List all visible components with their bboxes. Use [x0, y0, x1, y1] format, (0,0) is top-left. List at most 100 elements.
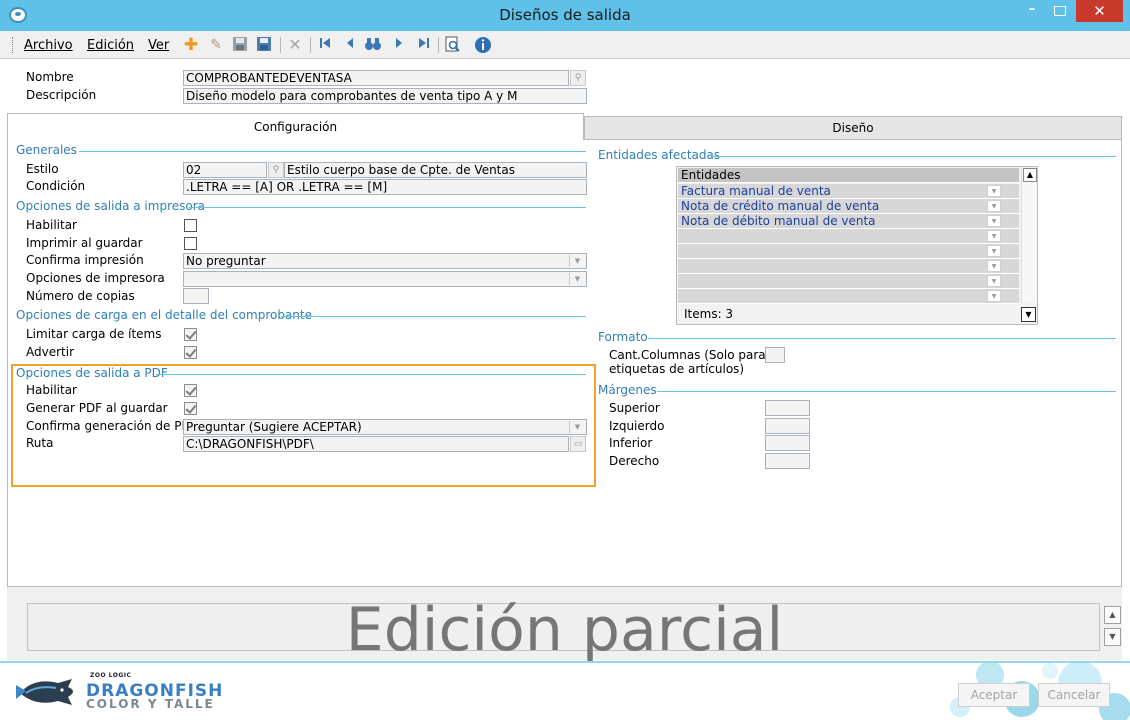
status-scrollbar[interactable]: ▲ ▼: [1104, 606, 1121, 648]
first-record-icon[interactable]: [316, 36, 334, 54]
next-record-icon[interactable]: [390, 36, 408, 54]
next-record-icon-graphic: [396, 38, 402, 48]
estilo-search-button[interactable]: ⚲: [268, 162, 284, 178]
confirma-pdf-label: Confirma generación de PDF: [26, 419, 198, 433]
add-icon[interactable]: ✚: [182, 36, 200, 54]
menu-ver-label: Ver: [148, 38, 170, 53]
minimize-button[interactable]: –: [1018, 0, 1046, 22]
grid-scrollbar[interactable]: ▲: [1021, 168, 1037, 303]
grid-cell: Nota de crédito manual de venta: [681, 199, 880, 213]
nombre-search-button[interactable]: ⚲: [570, 70, 586, 86]
impresora-habilitar-checkbox[interactable]: [184, 219, 197, 232]
section-line: [189, 207, 586, 208]
chevron-down-icon[interactable]: ▼: [987, 200, 1001, 212]
scroll-up-icon[interactable]: ▲: [1104, 606, 1121, 624]
limitar-carga-label: Limitar carga de ítems: [26, 327, 162, 341]
imprimir-al-guardar-checkbox[interactable]: [184, 237, 197, 250]
margen-superior-input[interactable]: [765, 400, 810, 416]
aceptar-button[interactable]: Aceptar: [958, 683, 1030, 707]
margen-izquierdo-input[interactable]: [765, 418, 810, 434]
confirma-pdf-select[interactable]: Preguntar (Sugiere ACEPTAR) ▼: [183, 419, 587, 435]
table-row[interactable]: ▼: [678, 244, 1019, 259]
section-line: [156, 374, 586, 375]
save-icon[interactable]: [231, 36, 249, 54]
chevron-down-icon[interactable]: ▼: [987, 245, 1001, 257]
scroll-down-icon[interactable]: ▼: [1104, 628, 1121, 646]
scroll-up-icon[interactable]: ▲: [1023, 168, 1037, 182]
toolbar-grip: [12, 37, 14, 53]
table-row[interactable]: Nota de crédito manual de venta ▼: [678, 199, 1019, 214]
section-line: [648, 338, 1116, 339]
margen-derecho-input[interactable]: [765, 453, 810, 469]
chevron-down-icon[interactable]: ▼: [987, 275, 1001, 287]
grid-header-label: Entidades: [681, 168, 741, 182]
opciones-impresora-select[interactable]: ▼: [183, 271, 587, 287]
opciones-impresora-label: Opciones de impresora: [26, 271, 165, 285]
table-row[interactable]: Nota de débito manual de venta ▼: [678, 214, 1019, 229]
menu-ver[interactable]: Ver: [148, 38, 169, 53]
section-carga: Opciones de carga en el detalle del comp…: [16, 308, 312, 322]
estilo-label: Estilo: [26, 162, 59, 176]
estilo-code-input[interactable]: 02: [183, 162, 267, 178]
pdf-habilitar-checkbox[interactable]: [184, 384, 197, 397]
edit-icon[interactable]: ✎: [207, 36, 225, 54]
grid-footer: Items: 3 ▼: [678, 306, 1036, 323]
info-icon-graphic: [475, 37, 491, 53]
tab-diseno[interactable]: Diseño: [584, 116, 1122, 140]
edit-mode-text: Edición parcial: [345, 595, 784, 665]
table-row[interactable]: ▼: [678, 274, 1019, 289]
chevron-down-icon[interactable]: ▼: [569, 273, 585, 285]
condicion-input[interactable]: .LETRA == [A] OR .LETRA == [M]: [183, 179, 587, 195]
chevron-down-icon[interactable]: ▼: [987, 230, 1001, 242]
descripcion-input[interactable]: Diseño modelo para comprobantes de venta…: [183, 88, 587, 104]
confirma-pdf-value: Preguntar (Sugiere ACEPTAR): [186, 420, 362, 434]
limitar-carga-checkbox[interactable]: [184, 328, 197, 341]
advertir-checkbox[interactable]: [184, 346, 197, 359]
chevron-down-icon[interactable]: ▼: [987, 185, 1001, 197]
chevron-down-icon[interactable]: ▼: [987, 215, 1001, 227]
maximize-button[interactable]: [1046, 0, 1072, 22]
search-binoculars-icon[interactable]: [364, 36, 382, 54]
previous-record-icon[interactable]: [341, 36, 359, 54]
table-row[interactable]: ▼: [678, 229, 1019, 244]
nombre-input[interactable]: COMPROBANTEDEVENTASA: [183, 70, 569, 86]
tab-configuracion[interactable]: Configuración: [7, 113, 584, 140]
section-line: [281, 316, 586, 317]
chevron-down-icon[interactable]: ▼: [1021, 307, 1036, 322]
delete-icon[interactable]: ✕: [286, 36, 304, 54]
chevron-down-icon[interactable]: ▼: [569, 421, 585, 433]
save-as-icon[interactable]: [255, 36, 273, 54]
table-row[interactable]: ▼: [678, 289, 1019, 304]
dragonfish-logo-icon: [16, 679, 73, 705]
grid-header: Entidades: [678, 168, 1019, 183]
menu-edicion[interactable]: Edición: [87, 38, 134, 53]
menu-archivo[interactable]: Archivo: [24, 38, 73, 53]
margen-inferior-input[interactable]: [765, 435, 810, 451]
binoculars-icon-graphic: [365, 38, 381, 50]
impresora-habilitar-label: Habilitar: [26, 218, 77, 232]
chevron-down-icon[interactable]: ▼: [987, 290, 1001, 302]
columnas-label-continued: etiquetas de artículos): [609, 362, 745, 376]
section-pdf: Opciones de salida a PDF: [16, 366, 168, 380]
confirma-impresion-label: Confirma impresión: [26, 253, 144, 267]
close-button[interactable]: ✕: [1076, 0, 1123, 22]
numero-copias-input[interactable]: [183, 288, 209, 304]
section-impresora: Opciones de salida a impresora: [16, 199, 206, 213]
section-entidades: Entidades afectadas: [598, 148, 721, 162]
cancelar-button[interactable]: Cancelar: [1038, 683, 1110, 707]
table-row[interactable]: Factura manual de venta ▼: [678, 184, 1019, 199]
columnas-input[interactable]: [765, 347, 785, 363]
ruta-input[interactable]: C:\DRAGONFISH\PDF\: [183, 436, 569, 452]
last-record-icon[interactable]: [415, 36, 433, 54]
chevron-down-icon[interactable]: ▼: [987, 260, 1001, 272]
chevron-down-icon[interactable]: ▼: [569, 255, 585, 267]
confirma-impresion-select[interactable]: No preguntar ▼: [183, 253, 587, 269]
print-preview-icon[interactable]: [444, 36, 462, 54]
folder-browse-icon[interactable]: ▭: [570, 436, 586, 452]
info-icon[interactable]: [474, 36, 492, 54]
brand-small: ZOO LOGIC: [90, 672, 132, 679]
first-record-icon-graphic: [320, 38, 330, 48]
generar-pdf-checkbox[interactable]: [184, 402, 197, 415]
table-row[interactable]: ▼: [678, 259, 1019, 274]
save-as-icon-graphic: [257, 37, 271, 51]
